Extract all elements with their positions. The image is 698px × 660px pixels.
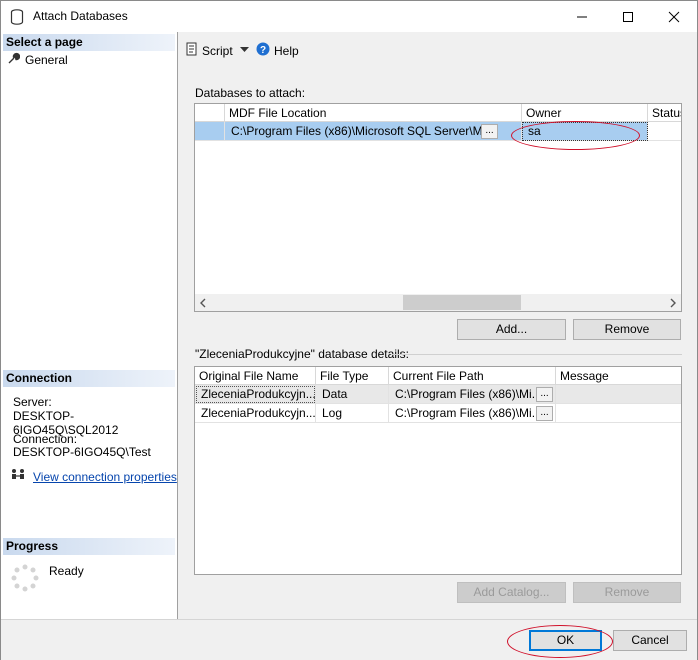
page-item-general[interactable]: General <box>7 52 68 68</box>
add-catalog-button[interactable]: Add Catalog... <box>457 582 566 603</box>
progress-spinner-icon <box>10 563 40 596</box>
databases-grid[interactable]: MDF File Location Owner Status C:\Progra… <box>194 103 682 312</box>
mdf-location-cell[interactable]: C:\Program Files (x86)\Microsoft SQL Ser… <box>225 122 522 141</box>
column-header-file-type[interactable]: File Type <box>316 367 389 385</box>
script-button[interactable]: Script <box>185 42 233 59</box>
select-page-header: Select a page <box>3 34 175 51</box>
scrollbar-thumb[interactable] <box>403 295 521 310</box>
database-icon <box>10 9 24 28</box>
message-cell <box>556 385 681 404</box>
connection-value: DESKTOP-6IGO45Q\Test <box>13 445 151 459</box>
current-file-path-cell[interactable]: C:\Program Files (x86)\Mi... <box>389 404 556 423</box>
column-header-status[interactable]: Status <box>648 104 681 122</box>
original-file-name-cell[interactable]: ZleceniaProdukcyjn... <box>195 404 316 423</box>
dialog-footer: OK Cancel <box>1 619 697 660</box>
grid-row-header <box>195 104 225 122</box>
script-icon <box>185 42 198 59</box>
connection-properties-icon <box>11 468 25 485</box>
column-header-message[interactable]: Message <box>556 367 681 385</box>
cancel-button[interactable]: Cancel <box>613 630 687 651</box>
original-file-name-cell[interactable]: ZleceniaProdukcyjn... <box>195 385 316 404</box>
toolbar: Script ? Help <box>178 32 697 65</box>
connection-header: Connection <box>3 370 175 387</box>
page-item-label: General <box>25 53 68 67</box>
column-header-mdf[interactable]: MDF File Location <box>225 104 522 122</box>
databases-to-attach-label: Databases to attach: <box>195 86 306 100</box>
window-title: Attach Databases <box>33 9 128 23</box>
mdf-browse-button[interactable]: ... <box>481 124 498 139</box>
title-bar: Attach Databases <box>1 1 697 32</box>
progress-header: Progress <box>3 538 175 555</box>
column-header-original-file-name[interactable]: Original File Name <box>195 367 316 385</box>
progress-status: Ready <box>49 564 84 578</box>
horizontal-scrollbar[interactable] <box>195 294 681 311</box>
current-file-path-cell[interactable]: C:\Program Files (x86)\Mi... <box>389 385 556 404</box>
help-icon: ? <box>256 42 270 59</box>
view-connection-properties[interactable]: View connection properties <box>11 468 177 485</box>
remove-button[interactable]: Remove <box>573 319 681 340</box>
file-type-cell[interactable]: Data <box>316 385 389 404</box>
server-label: Server: <box>13 395 52 409</box>
attach-databases-dialog: Attach Databases Select a page General C… <box>0 0 698 660</box>
path-browse-button[interactable]: ... <box>536 406 553 421</box>
left-pane: Select a page General Connection Server:… <box>1 32 178 619</box>
ok-button[interactable]: OK <box>529 630 602 651</box>
svg-text:?: ? <box>260 45 266 56</box>
column-header-current-file-path[interactable]: Current File Path <box>389 367 556 385</box>
scroll-left-icon[interactable] <box>199 297 207 311</box>
connection-label: Connection: <box>13 432 78 446</box>
owner-cell[interactable]: sa <box>522 122 648 141</box>
minimize-button[interactable] <box>559 1 605 32</box>
add-button[interactable]: Add... <box>457 319 566 340</box>
status-cell <box>648 122 681 141</box>
details-remove-button[interactable]: Remove <box>573 582 681 603</box>
script-dropdown[interactable] <box>240 42 249 56</box>
close-icon <box>668 11 680 22</box>
file-type-cell[interactable]: Log <box>316 404 389 423</box>
section-divider <box>391 354 682 355</box>
path-browse-button[interactable]: ... <box>536 387 553 402</box>
view-connection-properties-link[interactable]: View connection properties <box>33 470 177 484</box>
row-selector[interactable] <box>195 122 225 141</box>
maximize-icon <box>623 11 633 22</box>
minimize-icon <box>577 16 587 17</box>
help-label: Help <box>274 43 299 58</box>
general-page: Databases to attach: MDF File Location O… <box>178 65 697 619</box>
script-label: Script <box>202 43 233 58</box>
database-details-label: "ZleceniaProdukcyjne" database details: <box>195 347 409 361</box>
help-button[interactable]: ? Help <box>256 42 299 59</box>
wrench-icon <box>7 52 21 68</box>
message-cell <box>556 404 681 423</box>
close-button[interactable] <box>651 1 697 32</box>
scroll-right-icon[interactable] <box>669 297 677 311</box>
column-header-owner[interactable]: Owner <box>522 104 648 122</box>
database-details-grid[interactable]: Original File Name File Type Current Fil… <box>194 366 682 575</box>
chevron-down-icon <box>240 42 249 56</box>
maximize-button[interactable] <box>605 1 651 32</box>
